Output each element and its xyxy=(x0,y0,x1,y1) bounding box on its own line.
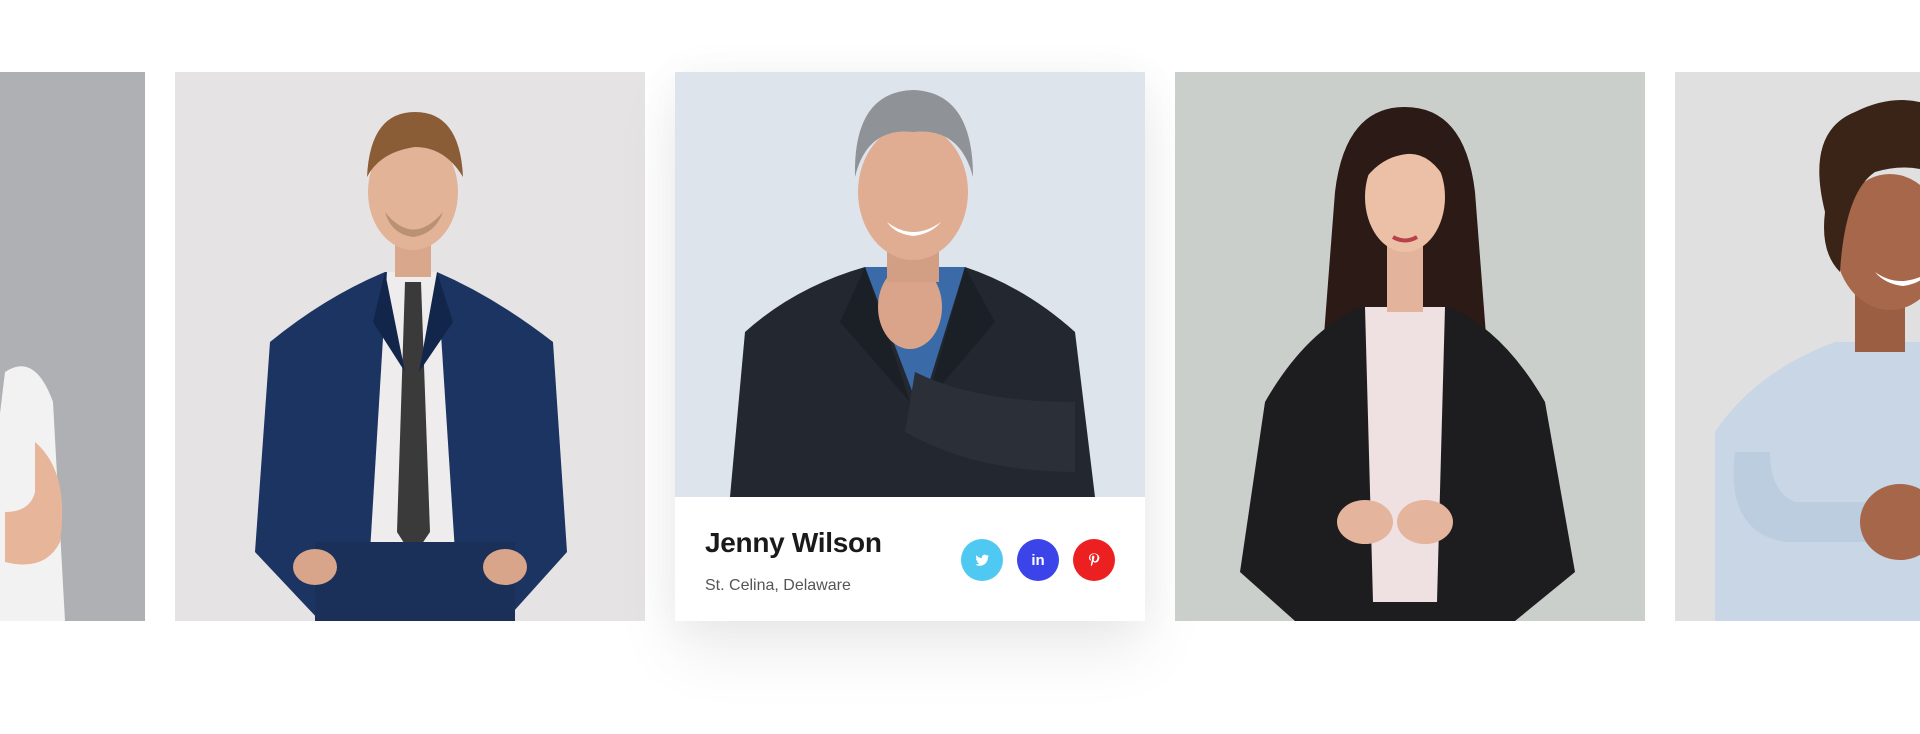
pinterest-button[interactable] xyxy=(1073,539,1115,581)
featured-member-info: Jenny Wilson St. Celina, Delaware in xyxy=(675,497,1145,621)
team-card-2[interactable] xyxy=(175,72,645,621)
linkedin-button[interactable]: in xyxy=(1017,539,1059,581)
man-gray-hair-suit-photo xyxy=(675,72,1145,497)
team-card-1[interactable] xyxy=(0,72,145,621)
team-carousel: Jenny Wilson St. Celina, Delaware in xyxy=(0,0,1920,734)
twitter-icon xyxy=(975,554,990,566)
featured-team-card[interactable]: Jenny Wilson St. Celina, Delaware in xyxy=(675,72,1145,621)
pinterest-icon xyxy=(1089,553,1100,567)
man-navy-suit-photo xyxy=(175,72,645,621)
twitter-button[interactable] xyxy=(961,539,1003,581)
man-curly-hair-shirt-photo xyxy=(1675,72,1920,621)
woman-black-blazer-photo xyxy=(1175,72,1645,621)
linkedin-icon: in xyxy=(1031,551,1045,569)
team-card-5[interactable] xyxy=(1675,72,1920,621)
team-card-4[interactable] xyxy=(1175,72,1645,621)
man-white-tshirt-photo xyxy=(0,72,145,621)
social-links: in xyxy=(961,539,1115,581)
